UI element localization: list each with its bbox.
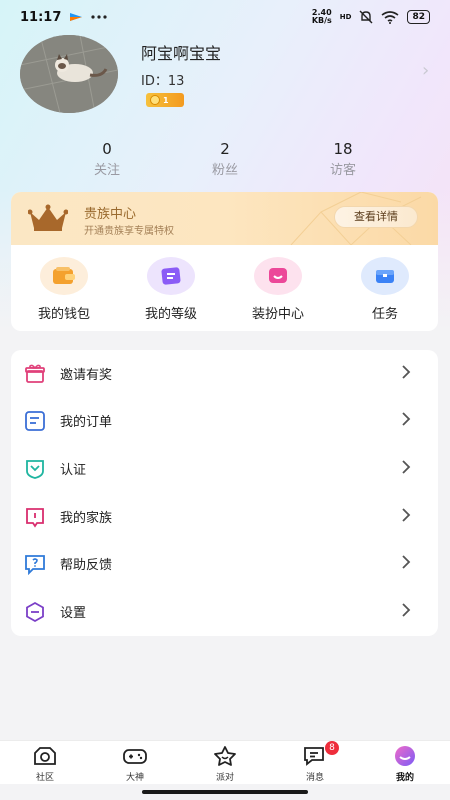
dress-up-icon xyxy=(254,257,302,295)
net-speed: 2.40 KB/s xyxy=(311,8,332,25)
stat-value: 0 xyxy=(102,140,112,158)
more-icon xyxy=(91,15,107,19)
chevron-right-icon xyxy=(402,460,411,474)
chevron-right-icon xyxy=(402,603,411,617)
battery-level: 82 xyxy=(412,12,425,22)
level-badge: 1 xyxy=(146,93,184,107)
chevron-right-icon xyxy=(402,412,411,426)
stat-value: 18 xyxy=(333,140,353,158)
menu-item-settings[interactable]: 设置 xyxy=(11,588,438,635)
party-icon xyxy=(214,746,236,766)
menu-item-label: 认证 xyxy=(60,463,87,478)
order-icon xyxy=(25,411,45,431)
family-icon xyxy=(26,508,44,528)
vip-details-button[interactable]: 查看详情 xyxy=(334,206,418,228)
feature-label: 装扮中心 xyxy=(251,307,304,322)
nav-party[interactable]: 派对 xyxy=(195,745,255,783)
gift-icon xyxy=(25,364,45,383)
avatar[interactable] xyxy=(20,35,118,113)
chevron-right-icon xyxy=(402,508,411,522)
help-icon xyxy=(25,555,45,575)
feature-label: 我的等级 xyxy=(144,307,197,322)
feature-level[interactable]: 我的等级 xyxy=(121,257,221,322)
level-number: 1 xyxy=(163,95,169,105)
feature-wallet[interactable]: 我的钱包 xyxy=(14,257,114,322)
settings-icon xyxy=(26,601,44,623)
menu-item-invite[interactable]: 邀请有奖 xyxy=(11,350,438,397)
nav-label: 大神 xyxy=(125,773,144,783)
stat-label: 粉丝 xyxy=(211,163,238,178)
chevron-right-icon xyxy=(402,365,411,379)
battery-icon: 82 xyxy=(407,10,430,24)
wallet-icon xyxy=(40,257,88,295)
chevron-right-icon[interactable]: › xyxy=(422,60,429,81)
mute-icon xyxy=(359,10,373,24)
nav-messages[interactable]: 8 消息 xyxy=(285,741,345,783)
menu-item-verify[interactable]: 认证 xyxy=(11,445,438,492)
community-icon xyxy=(34,747,56,765)
menu-item-label: 我的订单 xyxy=(60,415,113,430)
vip-title: 贵族中心 xyxy=(84,207,137,222)
menu-item-label: 帮助反馈 xyxy=(60,558,113,573)
user-id: ID：13 xyxy=(141,74,185,89)
nav-me[interactable]: 我的 xyxy=(375,745,435,783)
app-notification-icon xyxy=(70,13,83,21)
home-indicator[interactable] xyxy=(142,790,308,794)
task-icon xyxy=(361,257,409,295)
verify-icon xyxy=(26,460,44,479)
stat-visitors[interactable]: 18 访客 xyxy=(303,140,383,178)
vip-subtitle: 开通贵族享专属特权 xyxy=(84,226,174,237)
menu-item-family[interactable]: 我的家族 xyxy=(11,493,438,540)
menu-list: 邀请有奖 我的订单 认证 我的家族 帮助反馈 设置 xyxy=(11,350,438,636)
features-card: 贵族中心 开通贵族享专属特权 查看详情 我的钱包 我的等级 装扮中心 任务 xyxy=(11,192,438,331)
feature-label: 任务 xyxy=(371,307,398,322)
level-icon xyxy=(147,257,195,295)
status-time: 11:17 xyxy=(20,9,62,25)
gamepad-icon xyxy=(123,749,147,764)
me-icon xyxy=(395,746,415,766)
feature-label: 我的钱包 xyxy=(37,307,90,322)
vip-banner[interactable]: 贵族中心 开通贵族享专属特权 查看详情 xyxy=(11,192,438,245)
nav-masters[interactable]: 大神 xyxy=(105,745,165,783)
stat-value: 2 xyxy=(220,140,230,158)
nav-community[interactable]: 社区 xyxy=(15,745,75,783)
wifi-icon xyxy=(381,10,399,24)
menu-item-help[interactable]: 帮助反馈 xyxy=(11,540,438,587)
stat-label: 访客 xyxy=(329,163,356,178)
stat-fans[interactable]: 2 粉丝 xyxy=(185,140,265,178)
feature-dress-up[interactable]: 装扮中心 xyxy=(228,257,328,322)
unread-badge: 8 xyxy=(325,741,339,755)
stat-label: 关注 xyxy=(93,163,120,178)
menu-item-label: 设置 xyxy=(60,606,87,621)
chevron-right-icon xyxy=(402,555,411,569)
coin-icon xyxy=(150,95,160,105)
feature-task[interactable]: 任务 xyxy=(335,257,435,322)
network-type: HD xyxy=(339,13,352,21)
stat-following[interactable]: 0 关注 xyxy=(67,140,147,178)
nav-label: 消息 xyxy=(305,773,324,783)
nav-label: 社区 xyxy=(35,773,54,783)
username: 阿宝啊宝宝 xyxy=(141,44,222,63)
bottom-nav: 社区 大神 派对 8 消息 我的 xyxy=(0,740,450,784)
crown-icon xyxy=(28,204,68,231)
nav-label: 派对 xyxy=(215,773,234,783)
status-bar: 11:17 2.40 KB/s HD 82 xyxy=(0,0,450,34)
menu-item-label: 我的家族 xyxy=(60,511,113,526)
menu-item-label: 邀请有奖 xyxy=(60,368,113,383)
menu-item-orders[interactable]: 我的订单 xyxy=(11,397,438,444)
nav-label: 我的 xyxy=(395,773,414,783)
